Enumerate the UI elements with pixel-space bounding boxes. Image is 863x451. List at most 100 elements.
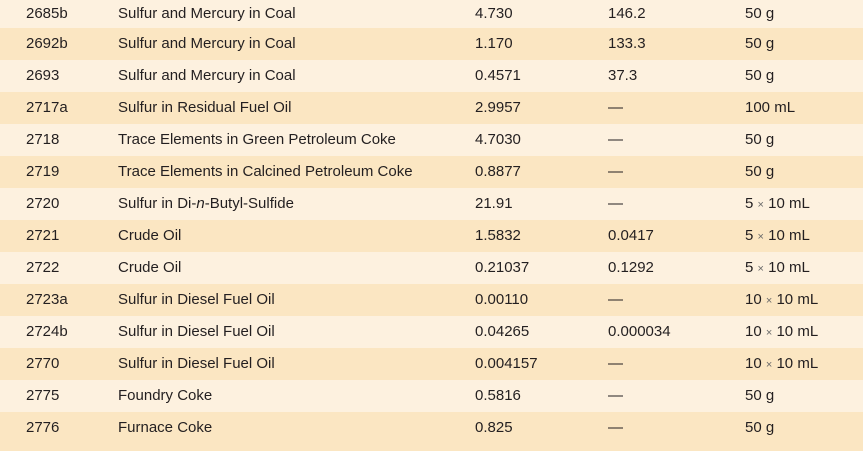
mercury-value: — bbox=[608, 131, 623, 148]
mercury-value: — bbox=[608, 195, 623, 212]
unit-count: 10 bbox=[745, 323, 762, 340]
material-name-post: -Butyl-Sulfide bbox=[204, 195, 294, 212]
srm-id: 2685b bbox=[26, 5, 68, 22]
multiply-sign: × bbox=[765, 295, 773, 307]
unit-volume: 10 mL bbox=[776, 355, 819, 372]
material-name: Furnace Coke bbox=[118, 419, 213, 436]
unit-size: 50 g bbox=[745, 5, 775, 22]
table-row: 2723a Sulfur in Diesel Fuel Oil 0.00110 … bbox=[0, 284, 863, 316]
unit-volume: 10 mL bbox=[768, 259, 810, 276]
material-name: Sulfur in Diesel Fuel Oil bbox=[118, 355, 275, 372]
unit-volume: 10 mL bbox=[776, 291, 819, 308]
srm-id: 2770 bbox=[26, 355, 60, 372]
material-name: Sulfur and Mercury in Coal bbox=[118, 67, 296, 84]
srm-id: 2720 bbox=[26, 195, 60, 212]
srm-id: 2719 bbox=[26, 163, 60, 180]
unit-volume: 10 mL bbox=[768, 195, 810, 212]
mercury-value: — bbox=[608, 291, 623, 308]
mercury-value: 133.3 bbox=[608, 35, 646, 52]
unit-count: 5 bbox=[745, 259, 754, 276]
unit-size: 50 g bbox=[745, 163, 775, 180]
sulfur-value: 0.04265 bbox=[475, 323, 530, 340]
unit-size: 50 g bbox=[745, 131, 775, 148]
table-row: 2722 Crude Oil 0.21037 0.1292 5 × 10 mL bbox=[0, 252, 863, 284]
table-row: 2692b Sulfur and Mercury in Coal 1.170 1… bbox=[0, 28, 863, 60]
unit-size: 10 × 10 mL bbox=[745, 348, 818, 381]
sulfur-value: 21.91 bbox=[475, 195, 513, 212]
sulfur-value: 1.170 bbox=[475, 35, 513, 52]
table-row: 2719 Trace Elements in Calcined Petroleu… bbox=[0, 156, 863, 188]
sulfur-value: 4.7030 bbox=[475, 131, 521, 148]
multiply-sign: × bbox=[765, 327, 773, 339]
srm-id: 2693 bbox=[26, 67, 60, 84]
table-row: 2718 Trace Elements in Green Petroleum C… bbox=[0, 124, 863, 156]
srm-id: 2717a bbox=[26, 99, 68, 116]
unit-volume: 10 mL bbox=[768, 227, 810, 244]
material-name: Foundry Coke bbox=[118, 387, 213, 404]
mercury-value: 0.0417 bbox=[608, 227, 654, 244]
mercury-value: — bbox=[608, 387, 623, 404]
mercury-value: — bbox=[608, 163, 623, 180]
table-row: 2724b Sulfur in Diesel Fuel Oil 0.04265 … bbox=[0, 316, 863, 348]
unit-size: 100 mL bbox=[745, 99, 796, 116]
srm-id: 2718 bbox=[26, 131, 60, 148]
table-row: 2685b Sulfur and Mercury in Coal 4.730 1… bbox=[0, 0, 863, 28]
sulfur-value: 0.21037 bbox=[475, 259, 530, 276]
unit-volume: 10 mL bbox=[776, 323, 819, 340]
multiply-sign: × bbox=[765, 359, 773, 371]
mercury-value: 0.000034 bbox=[608, 323, 671, 340]
sulfur-value: 0.8877 bbox=[475, 163, 521, 180]
sulfur-value: 4.730 bbox=[475, 5, 513, 22]
sulfur-value: 0.004157 bbox=[475, 355, 538, 372]
unit-count: 10 bbox=[745, 355, 762, 372]
material-name: Sulfur and Mercury in Coal bbox=[118, 5, 296, 22]
unit-count: 5 bbox=[745, 195, 754, 212]
srm-id: 2722 bbox=[26, 259, 60, 276]
unit-size: 50 g bbox=[745, 387, 775, 404]
sulfur-value: 0.00110 bbox=[475, 291, 529, 308]
mercury-value: 37.3 bbox=[608, 67, 638, 84]
material-name-pre: Sulfur in Di- bbox=[118, 195, 197, 212]
sulfur-value: 0.4571 bbox=[475, 67, 521, 84]
material-name: Crude Oil bbox=[118, 227, 182, 244]
multiply-sign: × bbox=[757, 199, 764, 211]
material-name: Sulfur in Residual Fuel Oil bbox=[118, 99, 292, 116]
material-name: Sulfur and Mercury in Coal bbox=[118, 35, 296, 52]
mercury-value: 0.1292 bbox=[608, 259, 654, 276]
srm-id: 2775 bbox=[26, 387, 60, 404]
sulfur-value: 0.5816 bbox=[475, 387, 521, 404]
unit-size: 50 g bbox=[745, 419, 775, 436]
table-row: 2717a Sulfur in Residual Fuel Oil 2.9957… bbox=[0, 92, 863, 124]
unit-size: 50 g bbox=[745, 35, 775, 52]
srm-table: 2685b Sulfur and Mercury in Coal 4.730 1… bbox=[0, 0, 863, 451]
material-name-italic: n bbox=[196, 195, 205, 212]
unit-size: 10 × 10 mL bbox=[745, 284, 818, 317]
unit-size: 5 × 10 mL bbox=[745, 220, 810, 253]
srm-id: 2776 bbox=[26, 419, 60, 436]
material-name: Sulfur in Diesel Fuel Oil bbox=[118, 291, 275, 308]
sulfur-value: 0.825 bbox=[475, 419, 513, 436]
unit-count: 10 bbox=[745, 291, 762, 308]
mercury-value: — bbox=[608, 419, 623, 436]
multiply-sign: × bbox=[757, 263, 764, 275]
srm-id: 2721 bbox=[26, 227, 60, 244]
sulfur-value: 2.9957 bbox=[475, 99, 521, 116]
table-row: 2721 Crude Oil 1.5832 0.0417 5 × 10 mL bbox=[0, 220, 863, 252]
mercury-value: 146.2 bbox=[608, 5, 646, 22]
material-name: Trace Elements in Green Petroleum Coke bbox=[118, 131, 396, 148]
material-name: Sulfur in Di-n-Butyl-Sulfide bbox=[118, 188, 294, 220]
material-name: Crude Oil bbox=[118, 259, 182, 276]
unit-size: 5 × 10 mL bbox=[745, 252, 810, 285]
table-row: 2693 Sulfur and Mercury in Coal 0.4571 3… bbox=[0, 60, 863, 92]
material-name: Trace Elements in Calcined Petroleum Cok… bbox=[118, 163, 413, 180]
table-row: 2720 Sulfur in Di-n-Butyl-Sulfide 21.91 … bbox=[0, 188, 863, 220]
unit-count: 5 bbox=[745, 227, 754, 244]
srm-id: 2723a bbox=[26, 291, 68, 308]
unit-size: 50 g bbox=[745, 67, 775, 84]
unit-size: 10 × 10 mL bbox=[745, 316, 818, 349]
material-name: Sulfur in Diesel Fuel Oil bbox=[118, 323, 275, 340]
unit-size: 5 × 10 mL bbox=[745, 188, 810, 221]
table-row: 2776 Furnace Coke 0.825 — 50 g bbox=[0, 412, 863, 444]
sulfur-value: 1.5832 bbox=[475, 227, 521, 244]
multiply-sign: × bbox=[757, 231, 764, 243]
